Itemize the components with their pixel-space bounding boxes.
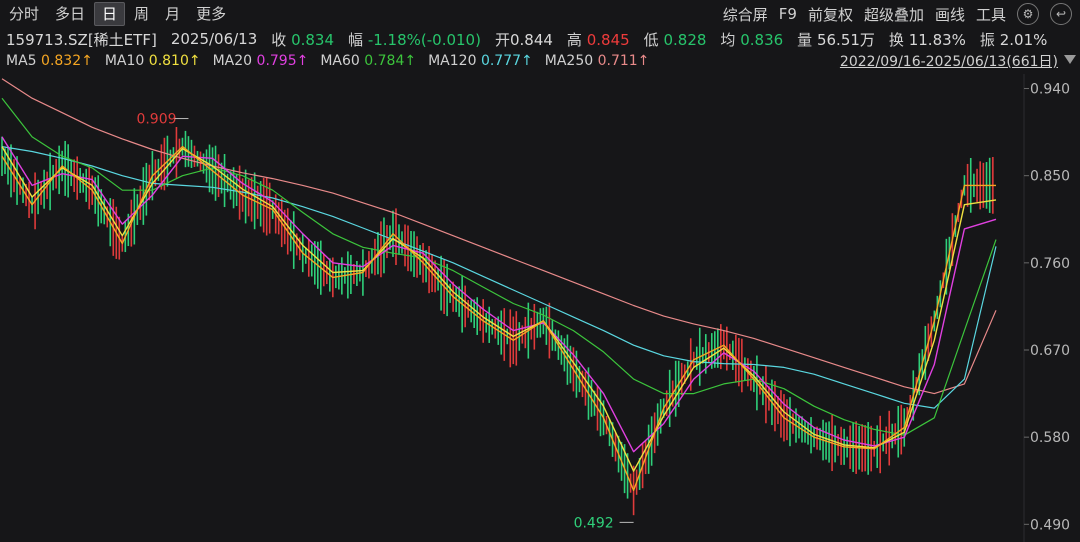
- high-value: 0.845: [586, 30, 630, 49]
- open-label: 开: [494, 30, 510, 49]
- y-tick-label: 0.580: [1030, 430, 1070, 446]
- ma10-value: 0.810↑: [148, 53, 201, 69]
- amplitude-value: 2.01%: [999, 30, 1048, 49]
- ma60-label: MA60: [320, 53, 360, 69]
- tab-multiday[interactable]: 多日: [48, 3, 92, 25]
- avg-label: 均: [720, 30, 736, 49]
- volume-value: 56.51万: [816, 30, 875, 49]
- tab-daily[interactable]: 日: [94, 2, 126, 26]
- super-overlay-button[interactable]: 超级叠加: [864, 4, 924, 25]
- turnover-label: 换: [888, 30, 904, 49]
- ma120-label: MA120: [428, 53, 477, 69]
- low-value: 0.828: [663, 30, 707, 49]
- ma120-value: 0.777↑: [480, 53, 533, 69]
- min-price-label: 0.492: [574, 515, 614, 531]
- f9-button[interactable]: F9: [779, 5, 797, 23]
- price-chart[interactable]: 0.940 0.850 0.760 0.670 0.580 0.490 0.909 0.492: [0, 74, 1080, 542]
- amplitude-label: 振: [979, 30, 995, 49]
- ma5-label: MA5: [6, 53, 37, 69]
- ma250-label: MA250: [544, 53, 594, 69]
- turnover-value: 11.83%: [908, 30, 966, 49]
- high-label: 高: [566, 30, 582, 49]
- ma20-value: 0.795↑: [256, 53, 309, 69]
- ma10-label: MA10: [104, 53, 145, 69]
- back-icon[interactable]: ↩: [1050, 3, 1072, 25]
- close-label: 收: [271, 30, 287, 49]
- composite-screen-button[interactable]: 综合屏: [723, 4, 768, 25]
- ma-line-1: [1, 146, 997, 472]
- volume-label: 量: [797, 30, 813, 49]
- quote-bar: 159713.SZ[稀土ETF] 2025/06/13 收 0.834 幅 -1…: [6, 28, 1061, 50]
- toolbox-button[interactable]: 工具: [976, 4, 1006, 25]
- date-range[interactable]: 2022/09/16-2025/06/13(661日): [840, 51, 1058, 71]
- ma5-value: 0.832↑: [41, 53, 93, 69]
- change-value: -1.18%(-0.010): [367, 30, 481, 49]
- open-value: 0.844: [509, 30, 553, 49]
- y-tick-label: 0.850: [1030, 169, 1070, 185]
- max-price-label: 0.909: [136, 112, 176, 128]
- tool-bar: 综合屏 F9 前复权 超级叠加 画线 工具 ⚙ ↩: [723, 3, 1072, 25]
- close-value: 0.834: [291, 30, 335, 49]
- avg-value: 0.836: [740, 30, 784, 49]
- y-tick-label: 0.670: [1030, 343, 1070, 359]
- ma60-value: 0.784↑: [364, 53, 417, 69]
- tab-weekly[interactable]: 周: [127, 3, 156, 25]
- forward-adjust-button[interactable]: 前复权: [808, 4, 853, 25]
- low-label: 低: [643, 30, 659, 49]
- ma-legend: MA5 0.832↑ MA10 0.810↑ MA20 0.795↑ MA60 …: [6, 51, 661, 71]
- settings-icon[interactable]: ⚙: [1017, 3, 1039, 25]
- y-tick-label: 0.490: [1030, 517, 1070, 533]
- tab-more[interactable]: 更多: [189, 3, 233, 25]
- tab-intraday[interactable]: 分时: [2, 3, 46, 25]
- toolbar: 分时 多日 日 周 月 更多 综合屏 F9 前复权 超级叠加 画线 工具 ⚙ ↩: [0, 0, 1080, 28]
- chevron-down-icon[interactable]: [1064, 55, 1076, 64]
- ma-line-2: [1, 136, 997, 453]
- ma250-value: 0.711↑: [597, 53, 650, 69]
- tab-monthly[interactable]: 月: [158, 3, 187, 25]
- ma20-label: MA20: [212, 53, 253, 69]
- security-name: 159713.SZ[稀土ETF]: [6, 30, 157, 49]
- y-tick-label: 0.940: [1030, 82, 1070, 98]
- change-label: 幅: [348, 30, 364, 49]
- draw-line-button[interactable]: 画线: [935, 4, 965, 25]
- quote-date: 2025/06/13: [170, 30, 258, 48]
- y-tick-label: 0.760: [1030, 256, 1070, 272]
